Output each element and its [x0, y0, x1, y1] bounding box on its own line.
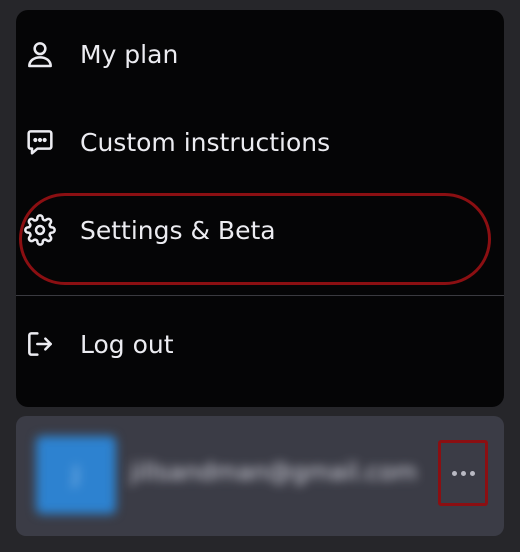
account-bar[interactable]: J jillsandman@gmail.com — [16, 416, 504, 536]
avatar[interactable]: J — [36, 436, 116, 514]
menu-item-label: Custom instructions — [80, 127, 331, 157]
account-email: jillsandman@gmail.com — [130, 458, 418, 486]
menu-item-settings-beta[interactable]: Settings & Beta — [0, 190, 488, 270]
gear-icon — [24, 214, 56, 246]
menu-item-log-out[interactable]: Log out — [0, 304, 488, 384]
menu-item-custom-instructions[interactable]: Custom instructions — [0, 102, 488, 182]
menu-item-my-plan[interactable]: My plan — [0, 14, 488, 94]
user-icon — [24, 38, 56, 70]
log-out-icon — [24, 328, 56, 360]
menu-divider — [16, 295, 504, 296]
message-square-icon — [24, 126, 56, 158]
menu-item-label: My plan — [80, 39, 179, 69]
ellipsis-icon — [451, 470, 475, 476]
more-options-button[interactable] — [438, 440, 488, 506]
menu-item-label: Settings & Beta — [80, 215, 276, 245]
avatar-initial: J — [72, 462, 80, 488]
menu-item-label: Log out — [80, 329, 174, 359]
